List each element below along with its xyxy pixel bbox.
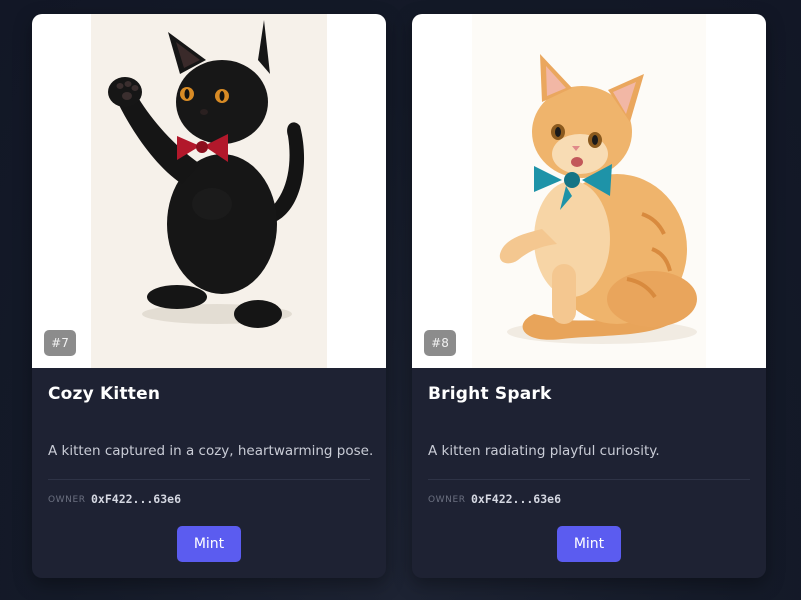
nft-card[interactable]: #7 Cozy Kitten A kitten captured in a co… [32,14,386,578]
owner-label: OWNER [48,495,86,505]
orange-kitten-image [472,14,706,368]
black-kitten-image [91,14,327,368]
mint-button[interactable]: Mint [557,526,621,562]
nft-card-grid: #7 Cozy Kitten A kitten captured in a co… [0,0,801,600]
divider [48,479,370,480]
nft-image[interactable]: #7 [32,14,386,368]
card-description: A kitten captured in a cozy, heartwarmin… [48,443,374,459]
token-id-badge: #7 [44,330,76,356]
owner-address[interactable]: 0xF422...63e6 [91,492,181,506]
card-title: Cozy Kitten [48,384,161,404]
mint-button[interactable]: Mint [177,526,241,562]
card-title: Bright Spark [428,384,552,404]
nft-image[interactable]: #8 [412,14,766,368]
token-id-badge: #8 [424,330,456,356]
nft-card[interactable]: #8 Bright Spark A kitten radiating playf… [412,14,766,578]
owner-label: OWNER [428,495,466,505]
card-description: A kitten radiating playful curiosity. [428,443,660,459]
owner-address[interactable]: 0xF422...63e6 [471,492,561,506]
divider [428,479,750,480]
